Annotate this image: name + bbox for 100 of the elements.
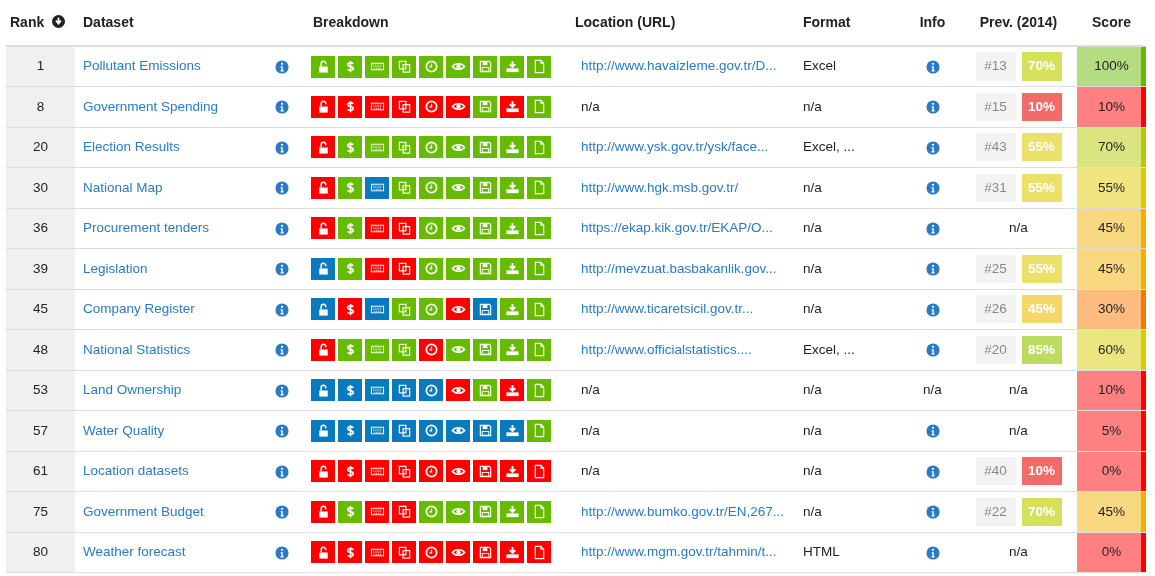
dataset-link[interactable]: Water Quality [83, 422, 165, 438]
url-link[interactable]: http://www.ysk.gov.tr/ysk/face... [581, 139, 769, 155]
dataset-link[interactable]: Land Ownership [83, 382, 182, 398]
url-link[interactable]: http://www.bumko.gov.tr/EN,267... [581, 503, 785, 519]
info-icon[interactable] [275, 505, 289, 520]
dataset-link[interactable]: Government Budget [83, 503, 204, 519]
rank-number: 80 [33, 544, 48, 560]
column-header: Prev. (2014) [979, 14, 1058, 30]
info-icon[interactable] [275, 262, 289, 277]
dataset-link[interactable]: National Map [83, 179, 163, 195]
score-text: 5% [1101, 422, 1122, 438]
rank-number: 75 [33, 503, 48, 519]
previous-text: n/a [1009, 220, 1028, 236]
location-text: n/a [581, 422, 600, 438]
info-icon[interactable] [925, 545, 940, 560]
info-icon[interactable] [925, 59, 940, 74]
previous-rank: #26 [975, 295, 1016, 324]
previous-score: 45% [1021, 295, 1062, 324]
format-text: n/a [803, 382, 822, 398]
url-link[interactable]: http://www.mgm.gov.tr/tahmin/t... [581, 544, 777, 560]
info-icon[interactable] [275, 545, 289, 560]
dataset-link[interactable]: Location datasets [83, 463, 189, 479]
info-icon[interactable] [275, 383, 289, 398]
format-text: HTML [803, 544, 840, 560]
info-icon[interactable] [925, 262, 940, 277]
column-header: Location (URL) [575, 14, 676, 30]
info-icon[interactable] [925, 100, 940, 115]
url-link[interactable]: http://www.havaizleme.gov.tr/D... [581, 58, 777, 74]
url-link[interactable]: http://mevzuat.basbakanlik.gov... [581, 260, 777, 276]
previous-rank: #15 [975, 92, 1016, 121]
location-text: n/a [581, 382, 600, 398]
info-icon[interactable] [925, 302, 940, 317]
score-text: 55% [1098, 179, 1125, 195]
info-icon[interactable] [925, 181, 940, 196]
rank-number: 61 [33, 463, 48, 479]
column-header: Info [919, 14, 946, 30]
rank-number: 8 [36, 98, 45, 114]
info-icon[interactable] [925, 464, 940, 479]
score-text: 100% [1094, 58, 1129, 74]
dataset-link[interactable]: Company Register [83, 301, 195, 317]
info-icon[interactable] [275, 100, 289, 115]
info-icon[interactable] [275, 424, 289, 439]
score-text: 0% [1101, 463, 1122, 479]
previous-rank: #25 [975, 254, 1016, 283]
previous-text: n/a [1009, 544, 1028, 560]
rank-number: 30 [33, 179, 48, 195]
score-text: 45% [1098, 260, 1125, 276]
format-text: n/a [803, 503, 822, 519]
sort-icon[interactable] [52, 15, 66, 28]
previous-rank: #31 [975, 173, 1016, 202]
rank-number: 48 [33, 341, 48, 357]
format-text: n/a [803, 220, 822, 236]
url-link[interactable]: https://ekap.kik.gov.tr/EKAP/O... [581, 220, 773, 236]
dataset-link[interactable]: Weather forecast [83, 544, 186, 560]
score-text: 45% [1098, 503, 1125, 519]
dataset-link[interactable]: National Statistics [83, 341, 191, 357]
rank-number: 36 [33, 220, 48, 236]
info-icon[interactable] [275, 464, 289, 479]
format-text: Excel, ... [803, 139, 855, 155]
previous-score: 70% [1021, 52, 1062, 81]
dataset-link[interactable]: Election Results [83, 139, 180, 155]
info-icon[interactable] [925, 221, 940, 236]
previous-rank: #43 [975, 133, 1016, 162]
score-text: 45% [1098, 220, 1125, 236]
url-link[interactable]: http://www.officialstatistics.... [581, 341, 752, 357]
format-text: Excel, ... [803, 341, 855, 357]
dataset-link[interactable]: Procurement tenders [83, 220, 210, 236]
info-icon[interactable] [925, 424, 940, 439]
previous-text: n/a [1009, 422, 1028, 438]
info-icon[interactable] [925, 505, 940, 520]
info-icon[interactable] [925, 343, 940, 358]
info-icon[interactable] [275, 302, 289, 317]
dataset-link[interactable]: Pollutant Emissions [83, 58, 201, 74]
previous-score: 85% [1021, 335, 1062, 364]
format-text: n/a [803, 179, 822, 195]
info-icon[interactable] [275, 140, 289, 155]
url-link[interactable]: http://www.hgk.msb.gov.tr/ [581, 179, 739, 195]
previous-rank: #22 [975, 497, 1016, 526]
previous-rank: #13 [975, 52, 1016, 81]
previous-score: 55% [1021, 173, 1062, 202]
rank-number: 45 [33, 301, 48, 317]
location-text: n/a [581, 98, 600, 114]
previous-rank: #20 [975, 335, 1016, 364]
previous-rank: #40 [975, 457, 1016, 486]
previous-score: 10% [1021, 92, 1062, 121]
info-icon[interactable] [925, 140, 940, 155]
score-text: 60% [1098, 341, 1125, 357]
column-header[interactable]: Rank [10, 14, 45, 30]
dataset-link[interactable]: Legislation [83, 260, 148, 276]
info-icon[interactable] [275, 181, 289, 196]
info-icon[interactable] [275, 343, 289, 358]
rank-number: 1 [36, 58, 45, 74]
url-link[interactable]: http://www.ticaretsicil.gov.tr... [581, 301, 754, 317]
info-icon[interactable] [275, 221, 289, 236]
column-header: Breakdown [313, 14, 389, 30]
dataset-link[interactable]: Government Spending [83, 98, 219, 114]
rank-number: 39 [33, 260, 48, 276]
info-icon[interactable] [275, 59, 289, 74]
score-text: 0% [1101, 544, 1122, 560]
score-text: 70% [1098, 139, 1125, 155]
